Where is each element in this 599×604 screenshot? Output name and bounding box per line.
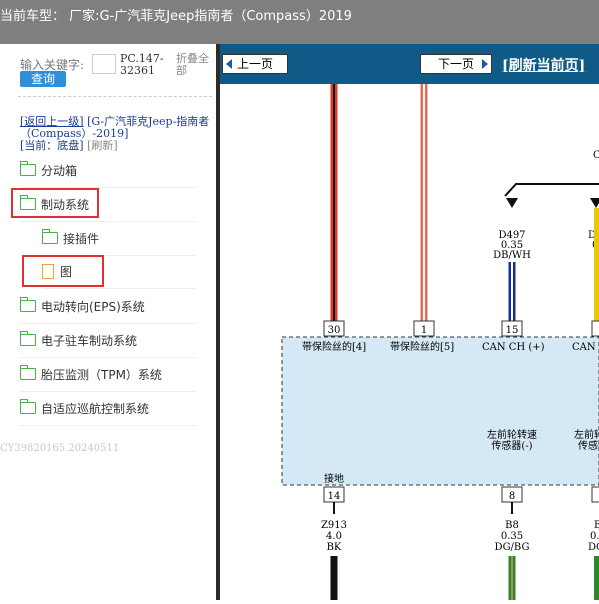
folder-icon: [20, 331, 36, 346]
tree-item-connectors[interactable]: 接插件: [42, 221, 196, 256]
divider: [18, 96, 212, 97]
svg-text:1: 1: [421, 325, 427, 336]
sensor-module: [281, 336, 599, 486]
breadcrumb: [返回上一级] [G-广汽菲克Jeep-指南者（Compass）-2019] […: [20, 116, 216, 152]
title-bar: 当前车型： 厂家:G-广汽菲克Jeep指南者（Compass）2019: [0, 0, 599, 44]
tree-item-label: 自适应巡航控制系统: [41, 401, 150, 416]
folder-icon: [20, 365, 36, 380]
pin-14: 14: [323, 486, 345, 503]
pin-label: 带保险丝的[5]: [390, 340, 454, 353]
prev-page-label: 上一页: [236, 57, 273, 71]
tree-item-epb-system[interactable]: 电子驻车制动系统: [20, 323, 196, 358]
fold-all-button[interactable]: 折叠全部: [176, 53, 212, 77]
query-button[interactable]: 查询: [20, 71, 66, 87]
pin-edge-bottom: [591, 486, 599, 503]
prev-page-button[interactable]: 上一页: [222, 54, 288, 74]
arrow-right-icon: [482, 59, 488, 69]
wire-15-label: D497 0.35 DB/WH: [493, 230, 531, 261]
folder-icon: [42, 229, 58, 244]
pin-30: 30: [323, 320, 345, 337]
pin-label: CAN CH (+): [482, 342, 545, 353]
pin-8: 8: [501, 486, 523, 503]
svg-text:0.: 0.: [590, 531, 599, 542]
next-page-button[interactable]: 下一页: [420, 54, 492, 74]
refresh-link[interactable]: [刷新]: [87, 139, 118, 152]
pin-15: 15: [501, 320, 523, 337]
pin-edge: [591, 320, 599, 337]
arrow-left-icon: [226, 59, 232, 69]
watermark: CY39820165.20240511: [0, 443, 120, 454]
highlight-box: [22, 255, 104, 287]
connector-bracket: [504, 183, 599, 208]
edge-label: C: [593, 150, 599, 161]
svg-text:4.0: 4.0: [326, 531, 342, 542]
svg-text:14: 14: [328, 491, 341, 502]
folder-icon: [20, 161, 36, 176]
tree-item-label: 电动转向(EPS)系统: [41, 299, 145, 314]
wire-14-label: Z913 4.0 BK: [321, 520, 347, 553]
folder-icon: [20, 399, 36, 414]
vehicle-title: 当前车型： 厂家:G-广汽菲克Jeep指南者（Compass）2019: [0, 9, 352, 24]
tree-item-acc-system[interactable]: 自适应巡航控制系统: [20, 391, 196, 426]
sensor-label: 传感器: [578, 439, 599, 452]
tree-item-transfer-case[interactable]: 分动箱: [20, 153, 196, 188]
svg-text:B8: B8: [505, 520, 519, 531]
pin-label: 带保险丝的[4]: [302, 340, 366, 353]
sensor-label: 左前轮转速: [487, 428, 537, 441]
svg-text:DG/BG: DG/BG: [495, 542, 530, 553]
folder-icon: [20, 297, 36, 312]
wire-edge-bottom-label: B 0. DG: [588, 520, 599, 553]
pin-1: 1: [413, 320, 435, 337]
tree-item-label: 胎压监测（TPM）系统: [41, 367, 162, 382]
sensor-label: 左前轮: [574, 428, 599, 441]
refresh-page-link[interactable]: [刷新当前页]: [502, 55, 585, 75]
wire-8-label: B8 0.35 DG/BG: [495, 520, 530, 553]
pin-label: CAN: [572, 342, 596, 353]
svg-text:30: 30: [328, 325, 341, 336]
tree-item-eps-system[interactable]: 电动转向(EPS)系统: [20, 289, 196, 324]
svg-text:15: 15: [506, 325, 519, 336]
tree-item-tpm-system[interactable]: 胎压监测（TPM）系统: [20, 357, 196, 392]
svg-text:0.35: 0.35: [501, 531, 523, 542]
ground-label: 接地: [324, 472, 344, 485]
svg-text:Z913: Z913: [321, 520, 347, 531]
sensor-label: 传感器(-): [491, 439, 532, 452]
current-location: [当前：底盘]: [20, 139, 84, 152]
tree-item-label: 分动箱: [41, 163, 78, 178]
search-input[interactable]: [92, 54, 116, 74]
tree-item-label: 接插件: [63, 231, 100, 246]
svg-text:8: 8: [509, 491, 515, 502]
pc-code: PC.147-32361: [120, 52, 164, 77]
svg-text:DG: DG: [588, 542, 599, 553]
tree-item-label: 电子驻车制动系统: [41, 333, 138, 348]
next-page-label: 下一页: [437, 57, 474, 71]
svg-text:BK: BK: [327, 542, 342, 553]
highlight-box: [11, 188, 99, 218]
wire-color: DB/WH: [493, 250, 531, 261]
svg-text:B: B: [594, 520, 599, 531]
wiring-diagram: D497 0.35 DB/WH D4 0. Y C 30 1 15: [220, 84, 599, 600]
